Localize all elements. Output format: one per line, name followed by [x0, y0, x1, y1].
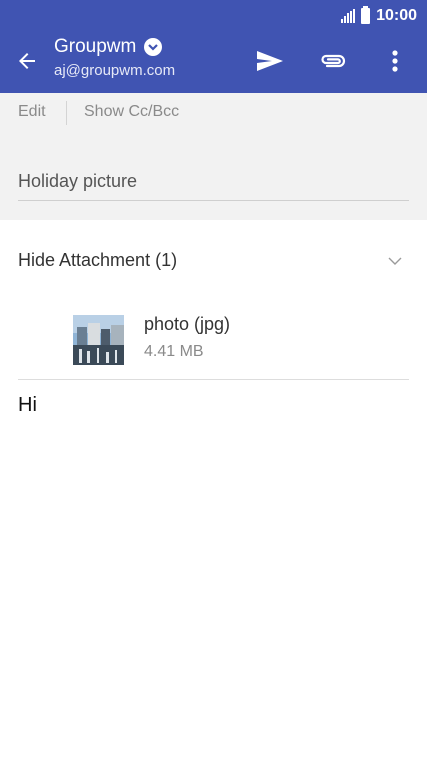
edit-button[interactable]: Edit [18, 103, 46, 121]
battery-icon [361, 6, 371, 24]
send-button[interactable] [253, 44, 287, 78]
more-vertical-icon [392, 50, 398, 72]
compose-header: Edit Show Cc/Bcc Holiday picture [0, 93, 427, 220]
toolbar-divider [66, 101, 67, 125]
account-selector[interactable]: Groupwm [54, 36, 163, 58]
chevron-down-circle-icon [144, 38, 163, 56]
back-button[interactable] [12, 46, 42, 76]
attachment-size: 4.41 MB [144, 343, 204, 360]
status-time: 10:00 [376, 7, 417, 24]
hide-attachment-toggle[interactable]: Hide Attachment (1) [18, 250, 177, 271]
signal-icon [341, 9, 356, 23]
account-name: Groupwm [54, 36, 137, 57]
account-email: aj@groupwm.com [54, 62, 176, 79]
send-icon [257, 51, 283, 71]
app-bar: 10:00 Groupwm aj@groupwm.com [0, 0, 427, 93]
message-body[interactable]: Hi [18, 394, 37, 417]
attachment-divider [18, 379, 409, 380]
attach-button[interactable] [316, 44, 350, 78]
arrow-left-icon [19, 53, 35, 69]
paperclip-icon [321, 54, 346, 68]
show-cc-bcc-button[interactable]: Show Cc/Bcc [84, 103, 179, 121]
chevron-down-icon[interactable] [386, 252, 404, 270]
attachment-thumbnail[interactable] [73, 315, 124, 365]
subject-field[interactable]: Holiday picture [18, 171, 137, 192]
more-options-button[interactable] [378, 44, 412, 78]
status-bar: 10:00 [341, 6, 417, 26]
attachment-name[interactable]: photo (jpg) [144, 314, 230, 335]
subject-underline [18, 200, 409, 201]
